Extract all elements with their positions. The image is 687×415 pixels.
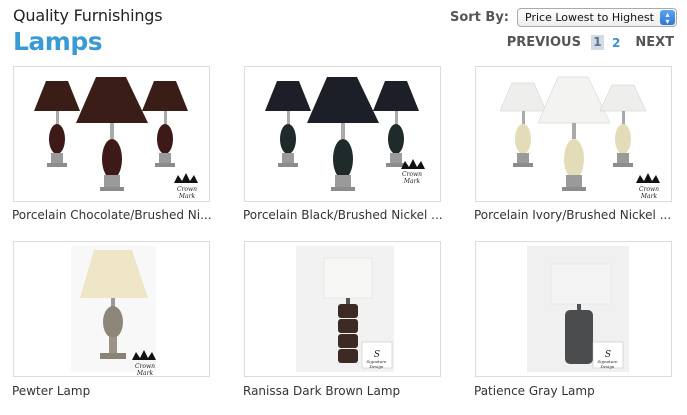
sort-selected-value: Price Lowest to Highest	[525, 11, 654, 24]
product-name[interactable]: Pewter Lamp	[12, 384, 212, 398]
product-image	[499, 76, 660, 191]
brand-logo: Crown Mark	[134, 363, 156, 377]
previous-page-link[interactable]: PREVIOUS	[507, 35, 581, 50]
lamp-shade	[550, 263, 612, 305]
product-card[interactable]: Crown Mark	[13, 66, 210, 202]
product-card[interactable]: S Signature Design	[244, 241, 441, 377]
lamp-shade	[142, 81, 188, 111]
lamp-shade	[373, 81, 419, 111]
lamp-shade	[265, 81, 311, 111]
product-name[interactable]: Porcelain Ivory/Brushed Nickel ...	[474, 208, 674, 222]
product-image: S	[527, 246, 629, 372]
sort-select[interactable]: Price Lowest to Highest ▴ ▾	[517, 8, 677, 27]
page-title: Lamps	[13, 27, 103, 56]
current-page: 1	[590, 35, 604, 50]
product-card[interactable]: Crown Mark	[475, 66, 672, 202]
store-name: Quality Furnishings	[13, 6, 163, 25]
lamp-shade	[76, 77, 148, 123]
product-image	[71, 246, 156, 372]
product-image: S	[296, 246, 394, 372]
product-image	[34, 77, 198, 191]
lamp-shade	[307, 77, 379, 123]
crown-logo-icon	[401, 159, 425, 169]
product-card[interactable]: S Signature Design	[475, 241, 672, 377]
brand-logo: Signature Design	[366, 359, 387, 369]
next-page-link[interactable]: NEXT	[635, 35, 674, 50]
product-name[interactable]: Patience Gray Lamp	[474, 384, 674, 398]
brand-logo: Crown Mark	[638, 186, 660, 200]
crown-logo-icon	[174, 173, 198, 183]
product-name[interactable]: Porcelain Chocolate/Brushed Ni...	[12, 208, 212, 222]
crown-logo-icon	[636, 173, 660, 183]
brand-logo: Signature Design	[597, 359, 618, 369]
lamp-shade	[537, 76, 611, 124]
product-card[interactable]: Crown Mark	[13, 241, 210, 377]
product-name[interactable]: Porcelain Black/Brushed Nickel ...	[243, 208, 443, 222]
product-name[interactable]: Ranissa Dark Brown Lamp	[243, 384, 443, 398]
page-2-link[interactable]: 2	[612, 36, 620, 50]
lamp-shade	[34, 81, 80, 111]
lamp-shade	[499, 82, 547, 112]
sort-label: Sort By:	[449, 10, 509, 25]
brand-logo: Crown Mark	[176, 186, 198, 200]
sort-control: Sort By: Price Lowest to Highest ▴ ▾	[450, 8, 677, 27]
page-header: Quality Furnishings Lamps	[13, 6, 163, 56]
select-arrows-icon: ▴ ▾	[660, 10, 675, 26]
pagination: PREVIOUS 1 2 NEXT	[507, 35, 674, 50]
lamp-shade	[323, 257, 373, 299]
brand-logo: Crown Mark	[401, 171, 423, 185]
product-card[interactable]: Crown Mark	[244, 66, 441, 202]
lamp-shade	[599, 84, 647, 112]
